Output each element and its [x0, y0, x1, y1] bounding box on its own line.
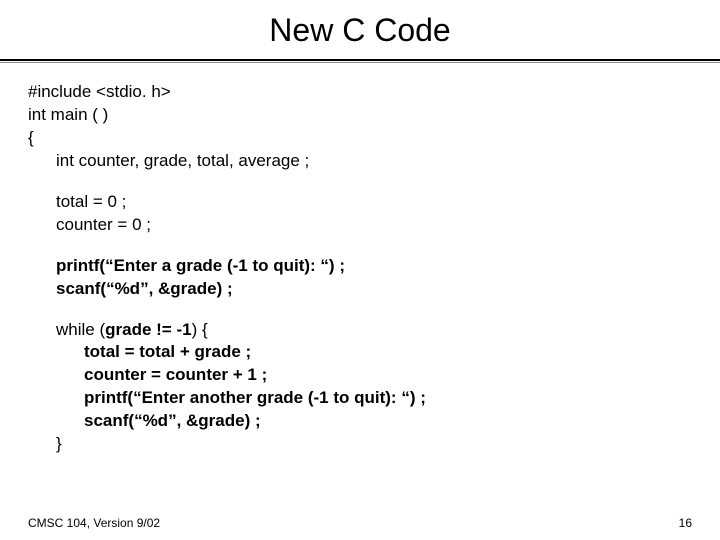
slide-title: New C Code [0, 0, 720, 57]
code-line: counter = 0 ; [28, 214, 692, 237]
code-line: scanf(“%d”, &grade) ; [28, 410, 692, 433]
code-line: while (grade != -1) { [28, 319, 692, 342]
code-condition: grade != -1 [105, 320, 191, 339]
code-text: while ( [56, 320, 105, 339]
footer-left: CMSC 104, Version 9/02 [28, 516, 160, 530]
code-line: } [28, 433, 692, 456]
code-line: printf(“Enter another grade (-1 to quit)… [28, 387, 692, 410]
code-text: ) { [192, 320, 208, 339]
code-line: { [28, 127, 692, 150]
code-line: #include <stdio. h> [28, 81, 692, 104]
code-line: int counter, grade, total, average ; [28, 150, 692, 173]
page-number: 16 [679, 516, 692, 530]
code-line: counter = counter + 1 ; [28, 364, 692, 387]
code-line: printf(“Enter a grade (-1 to quit): “) ; [28, 255, 692, 278]
code-line: scanf(“%d”, &grade) ; [28, 278, 692, 301]
code-line: int main ( ) [28, 104, 692, 127]
code-block: #include <stdio. h> int main ( ) { int c… [0, 63, 720, 456]
code-line: total = total + grade ; [28, 341, 692, 364]
footer: CMSC 104, Version 9/02 16 [28, 516, 692, 530]
code-line: total = 0 ; [28, 191, 692, 214]
